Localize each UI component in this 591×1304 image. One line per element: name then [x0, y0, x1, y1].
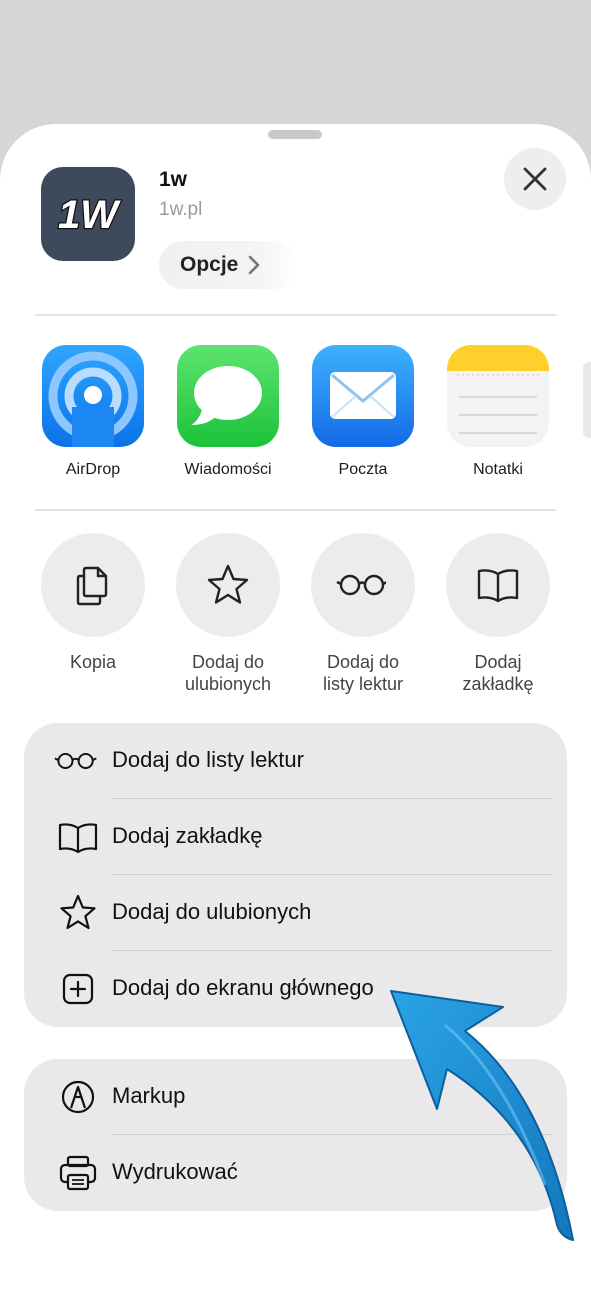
annotation-arrow-icon [390, 990, 574, 1241]
menu-row-label: Dodaj do ekranu głównego [112, 975, 374, 1000]
star-icon [60, 895, 96, 930]
book-icon [446, 533, 550, 637]
options-label: Opcje [180, 253, 239, 276]
share-app-label: Wiadomości [184, 461, 272, 478]
menu-row-label: Dodaj do listy lektur [112, 747, 304, 772]
star-icon [176, 533, 280, 637]
action-add-reading-list[interactable]: Dodaj do listy lektur [298, 533, 428, 695]
action-label: Dodaj do listy lektur [322, 652, 403, 694]
messages-icon [177, 345, 279, 447]
action-add-favorites[interactable]: Dodaj do ulubionych [163, 533, 293, 695]
menu-row-add-bookmark[interactable]: Dodaj zakładkę [24, 799, 567, 875]
sheet-grabber[interactable] [268, 130, 322, 139]
menu-row-add-reading-list[interactable]: Dodaj do listy lektur [24, 723, 567, 799]
action-label: Dodaj do ulubionych [184, 652, 272, 694]
menu-row-label: Dodaj zakładkę [112, 823, 263, 848]
share-app-mail[interactable]: Poczta [303, 345, 423, 479]
menu-row-label: Markup [112, 1083, 186, 1108]
markup-icon [61, 1080, 95, 1114]
apps-divider [35, 509, 556, 511]
options-button[interactable]: Opcje [159, 241, 299, 289]
plus-square-icon [62, 973, 94, 1005]
menu-group-actions: Dodaj do listy lektur Dodaj zakładkę Dod… [24, 723, 567, 1027]
action-copy[interactable]: Kopia [28, 533, 158, 673]
action-add-bookmark[interactable]: Dodaj zakładkę [433, 533, 563, 695]
app-name: 1w [159, 168, 188, 191]
share-app-partial[interactable] [583, 362, 591, 438]
share-app-label: Notatki [473, 461, 523, 478]
notes-icon [447, 345, 549, 447]
menu-row-label: Dodaj do ulubionych [112, 899, 312, 924]
header-divider [35, 314, 556, 316]
action-label: Dodaj zakładkę [462, 652, 534, 694]
mail-icon [312, 345, 414, 447]
close-icon [523, 167, 547, 191]
airdrop-icon [42, 345, 144, 447]
share-app-airdrop[interactable]: AirDrop [33, 345, 153, 479]
app-logo-icon: 1W [41, 167, 135, 261]
action-label: Kopia [69, 652, 117, 672]
menu-row-label: Wydrukować [112, 1159, 238, 1184]
copy-icon [41, 533, 145, 637]
book-icon [58, 823, 98, 854]
printer-icon [59, 1155, 97, 1191]
glasses-icon [311, 533, 415, 637]
share-app-label: AirDrop [65, 461, 121, 478]
chevron-right-icon [248, 255, 260, 275]
share-app-notes[interactable]: Notatki [438, 345, 558, 479]
svg-text:1W: 1W [58, 193, 121, 237]
share-app-label: Poczta [338, 461, 388, 478]
menu-row-add-favorites[interactable]: Dodaj do ulubionych [24, 875, 567, 951]
glasses-icon [54, 752, 97, 770]
close-button[interactable] [504, 148, 566, 210]
share-app-messages[interactable]: Wiadomości [168, 345, 288, 479]
app-url: 1w.pl [159, 199, 203, 220]
